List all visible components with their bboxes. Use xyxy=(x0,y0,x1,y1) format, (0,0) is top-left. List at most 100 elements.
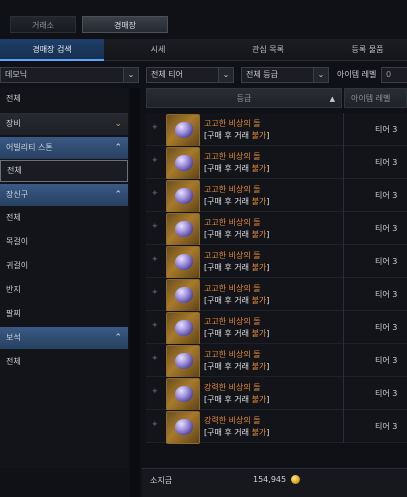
sidebar-item-earring[interactable]: 귀걸이 xyxy=(0,255,128,277)
favorite-pin-icon[interactable]: ✦ xyxy=(151,387,159,397)
sidebar-category-ability-stone[interactable]: 어빌리티 스톤 ⌃ xyxy=(0,137,128,159)
trade-restriction-status: 불가 xyxy=(251,230,267,239)
trade-restriction-prefix: [구매 후 거래 xyxy=(204,197,252,206)
table-row[interactable]: ✦ 강력한 비상의 돌 [구매 후 거래 불가] 티어 3 xyxy=(146,410,407,444)
gem-icon xyxy=(175,353,193,369)
sidebar-item-ring[interactable]: 반지 xyxy=(0,279,128,301)
favorite-pin-icon[interactable]: ✦ xyxy=(151,222,159,232)
favorite-pin-icon[interactable]: ✦ xyxy=(151,123,159,133)
gem-icon xyxy=(175,320,193,336)
tier-select[interactable]: 전체 티어 ⌄ xyxy=(146,67,234,83)
favorite-pin-icon[interactable]: ✦ xyxy=(151,321,159,331)
trade-restriction: [구매 후 거래 불가] xyxy=(204,328,269,339)
table-row[interactable]: ✦ 고고한 비상의 돌 [구매 후 거래 불가] 티어 3 xyxy=(146,146,407,180)
favorite-pin-icon[interactable]: ✦ xyxy=(151,156,159,166)
grade-select[interactable]: 전체 등급 ⌄ xyxy=(241,67,329,83)
item-tier: 티어 3 xyxy=(375,389,398,398)
sidebar-item-label: 장신구 xyxy=(6,190,29,199)
trade-restriction-prefix: [구매 후 거래 xyxy=(204,329,252,338)
table-row[interactable]: ✦ 고고한 비상의 돌 [구매 후 거래 불가] 티어 3 xyxy=(146,113,407,147)
sidebar-scroll-track[interactable] xyxy=(130,88,140,497)
sidebar-item-ability-stone-all[interactable]: 전체 xyxy=(0,160,128,182)
sidebar-category-equipment[interactable]: 장비 ⌄ xyxy=(0,113,128,135)
column-header-item-level[interactable]: 아이템 레벨 xyxy=(344,88,407,108)
sidebar-item-all[interactable]: 전체 xyxy=(0,88,128,110)
gem-icon xyxy=(175,155,193,171)
item-icon xyxy=(166,213,200,246)
column-divider xyxy=(343,278,344,311)
trade-restriction-status: 불가 xyxy=(251,263,267,272)
tab-market-price[interactable]: 시세 xyxy=(108,39,208,61)
trade-restriction-suffix: ] xyxy=(266,329,270,338)
item-icon xyxy=(166,345,200,378)
trade-restriction-prefix: [구매 후 거래 xyxy=(204,362,252,371)
item-tier: 티어 3 xyxy=(375,257,398,266)
item-tier: 티어 3 xyxy=(375,356,398,365)
item-tier: 티어 3 xyxy=(375,224,398,233)
trade-restriction-suffix: ] xyxy=(266,164,270,173)
item-icon xyxy=(166,378,200,411)
favorite-pin-icon[interactable]: ✦ xyxy=(151,288,159,298)
item-icon xyxy=(166,147,200,180)
item-name: 고고한 비상의 돌 xyxy=(204,185,261,194)
item-level-input[interactable]: 0 xyxy=(381,67,407,83)
chevron-up-icon: ⌃ xyxy=(114,190,122,200)
favorite-pin-icon[interactable]: ✦ xyxy=(151,255,159,265)
gem-icon xyxy=(175,122,193,138)
item-tier: 티어 3 xyxy=(375,158,398,167)
favorite-pin-icon[interactable]: ✦ xyxy=(151,189,159,199)
table-row[interactable]: ✦ 강력한 비상의 돌 [구매 후 거래 불가] 티어 3 xyxy=(146,377,407,411)
trade-restriction-suffix: ] xyxy=(266,428,270,437)
tab-exchange[interactable]: 거래소 xyxy=(10,16,76,33)
item-icon xyxy=(166,312,200,345)
grade-select-value: 전체 등급 xyxy=(246,70,278,79)
category-select[interactable]: 데모닉 ⌄ xyxy=(0,67,139,83)
sidebar-item-bracelet[interactable]: 팔찌 xyxy=(0,303,128,325)
table-row[interactable]: ✦ 고고한 비상의 돌 [구매 후 거래 불가] 티어 3 xyxy=(146,245,407,279)
trade-restriction-suffix: ] xyxy=(266,197,270,206)
column-divider xyxy=(343,311,344,344)
item-name: 고고한 비상의 돌 xyxy=(204,251,261,260)
column-divider xyxy=(343,377,344,410)
item-name: 강력한 비상의 돌 xyxy=(204,383,261,392)
sort-ascending-icon: ▲ xyxy=(329,95,335,103)
trade-restriction: [구매 후 거래 불가] xyxy=(204,229,269,240)
item-name: 강력한 비상의 돌 xyxy=(204,416,261,425)
category-select-value: 데모닉 xyxy=(5,70,28,79)
column-divider xyxy=(343,410,344,443)
sidebar-item-necklace[interactable]: 목걸이 xyxy=(0,231,128,253)
sidebar-item-gem-all[interactable]: 전체 xyxy=(0,351,128,373)
gold-amount: 154,945 xyxy=(253,475,287,484)
gem-icon xyxy=(175,254,193,270)
column-divider xyxy=(343,146,344,179)
trade-restriction-status: 불가 xyxy=(251,395,267,404)
trade-restriction-prefix: [구매 후 거래 xyxy=(204,131,252,140)
tab-auction-search[interactable]: 경매장 검색 xyxy=(0,39,104,61)
tab-watchlist[interactable]: 관심 목록 xyxy=(218,39,318,61)
trade-restriction-suffix: ] xyxy=(266,230,270,239)
table-row[interactable]: ✦ 고고한 비상의 돌 [구매 후 거래 불가] 티어 3 xyxy=(146,278,407,312)
favorite-pin-icon[interactable]: ✦ xyxy=(151,354,159,364)
favorite-pin-icon[interactable]: ✦ xyxy=(151,420,159,430)
column-header-grade[interactable]: 등급 ▲ xyxy=(146,88,342,108)
tab-registered-items[interactable]: 등록 물품 xyxy=(328,39,407,61)
trade-restriction-status: 불가 xyxy=(251,296,267,305)
sidebar-category-gem[interactable]: 보석 ⌃ xyxy=(0,327,128,349)
trade-restriction-status: 불가 xyxy=(251,428,267,437)
table-row[interactable]: ✦ 고고한 비상의 돌 [구매 후 거래 불가] 티어 3 xyxy=(146,311,407,345)
trade-restriction-suffix: ] xyxy=(266,131,270,140)
tab-auction-house[interactable]: 경매장 xyxy=(82,16,168,33)
sidebar-item-accessory-all[interactable]: 전체 xyxy=(0,207,128,229)
sidebar-item-label: 반지 xyxy=(6,285,21,294)
trade-restriction-status: 불가 xyxy=(251,197,267,206)
chevron-up-icon: ⌃ xyxy=(114,333,122,343)
column-divider xyxy=(343,344,344,377)
chevron-down-icon: ⌄ xyxy=(218,68,233,82)
trade-restriction-suffix: ] xyxy=(266,296,270,305)
sidebar-category-accessory[interactable]: 장신구 ⌃ xyxy=(0,184,128,206)
table-row[interactable]: ✦ 고고한 비상의 돌 [구매 후 거래 불가] 티어 3 xyxy=(146,212,407,246)
table-row[interactable]: ✦ 고고한 비상의 돌 [구매 후 거래 불가] 티어 3 xyxy=(146,179,407,213)
sidebar-item-label: 어빌리티 스톤 xyxy=(6,143,53,152)
table-row[interactable]: ✦ 고고한 비상의 돌 [구매 후 거래 불가] 티어 3 xyxy=(146,344,407,378)
trade-restriction: [구매 후 거래 불가] xyxy=(204,262,269,273)
